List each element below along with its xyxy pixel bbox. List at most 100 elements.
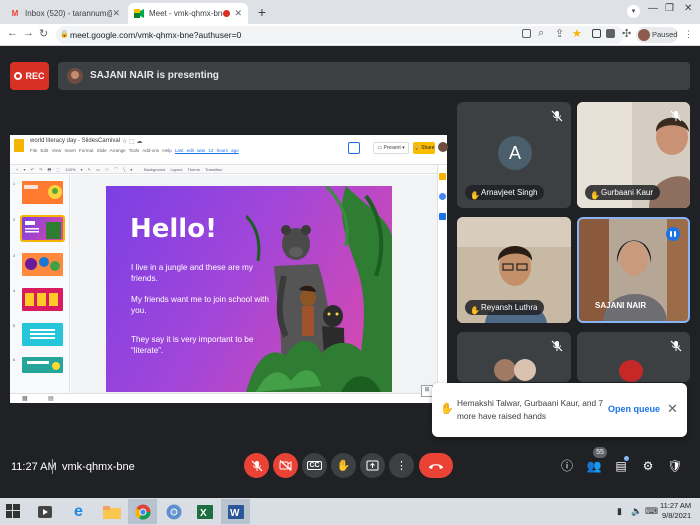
captions-icon: CC xyxy=(307,461,322,470)
meeting-code: vmk-qhmx-bne xyxy=(62,461,135,473)
taskbar-ie-app[interactable]: e xyxy=(64,499,93,524)
extension-icon[interactable] xyxy=(592,29,601,38)
extension-icon[interactable] xyxy=(606,29,615,38)
participant-tile[interactable]: ✋ Gurbaani Kaur xyxy=(577,102,690,208)
avatar xyxy=(438,142,448,152)
camera-icon[interactable] xyxy=(522,29,531,38)
lock-icon: 🔒 xyxy=(60,31,69,38)
mic-off-icon xyxy=(670,110,682,122)
browser-toolbar: ← → ↻ 🔒 meet.google.com/vmk-qhmx-bne?aut… xyxy=(0,24,700,46)
menu-item: Slide xyxy=(96,148,107,153)
excel-icon: X xyxy=(196,504,213,519)
camera-off-icon xyxy=(279,460,292,471)
chat-notification-dot xyxy=(624,456,629,461)
taskbar-chrome-profile-app[interactable] xyxy=(159,499,188,524)
current-slide: Hello! I live in a jungle and these are … xyxy=(106,186,392,392)
minimize-icon[interactable]: — xyxy=(648,3,658,14)
thumb-number: 1 xyxy=(13,181,16,186)
avatar xyxy=(494,359,516,381)
profile-label: Paused xyxy=(652,30,678,39)
meeting-details-icon[interactable]: ⓘ xyxy=(559,458,575,474)
tab-search-icon[interactable]: ▾ xyxy=(627,5,640,18)
participant-tile[interactable]: A ✋ Arnavjeet Singh xyxy=(457,102,571,208)
raise-hand-button[interactable]: ✋ xyxy=(331,453,356,478)
mic-off-icon xyxy=(251,460,262,471)
participant-name: ✋ Arnavjeet Singh xyxy=(465,185,545,200)
taskbar-explorer-app[interactable] xyxy=(97,499,126,524)
tab-title: Meet - vmk-qhmx-bne xyxy=(149,9,224,18)
slide-title: Hello! xyxy=(130,214,217,244)
svg-text:X: X xyxy=(200,508,207,519)
menu-item: File xyxy=(30,148,38,153)
windows-start-icon[interactable] xyxy=(6,504,20,518)
presenting-banner: SAJANI NAIR is presenting xyxy=(58,62,690,90)
activities-icon[interactable]: ⚙ xyxy=(640,458,656,474)
end-call-icon xyxy=(429,463,443,469)
raised-hand-icon: ✋ xyxy=(470,306,480,315)
search-icon[interactable]: ⌕ xyxy=(538,27,544,40)
new-tab-button[interactable]: + xyxy=(253,4,271,22)
slides-menu: File Edit View Insert Format Slide Arran… xyxy=(30,148,239,153)
network-icon[interactable]: ▮ xyxy=(617,506,622,517)
tab-gmail[interactable]: M Inbox (520) - tarannum@theindi ✕ xyxy=(4,3,126,24)
volume-icon[interactable]: 🔈 xyxy=(631,506,642,517)
participant-tile[interactable] xyxy=(577,332,690,382)
maximize-icon[interactable]: ❐ xyxy=(665,3,674,14)
close-icon[interactable]: ✕ xyxy=(667,401,678,417)
captions-button[interactable]: CC xyxy=(302,453,327,478)
thumb-number: 4 xyxy=(13,288,16,293)
language-icon[interactable]: ⌨ xyxy=(645,506,658,517)
puzzle-icon[interactable]: ✣ xyxy=(622,27,631,40)
slides-bottom-bar: ▦ ▤ ⊞ xyxy=(10,385,447,403)
raised-hands-notification: ✋ Hemakshi Talwar, Gurbaani Kaur, and 7 … xyxy=(432,383,687,437)
close-icon[interactable]: ✕ xyxy=(234,8,242,19)
present-button: ▭ Present ▾ xyxy=(373,142,409,154)
back-icon[interactable]: ← xyxy=(7,27,18,39)
taskbar-media-app[interactable] xyxy=(30,499,59,524)
chrome-icon xyxy=(134,504,151,520)
taskbar-word-app[interactable]: W xyxy=(221,499,250,524)
profile-button[interactable]: Paused xyxy=(636,27,678,43)
open-queue-button[interactable]: Open queue xyxy=(608,404,660,414)
svg-text:W: W xyxy=(230,508,240,519)
participant-tile[interactable] xyxy=(457,332,571,382)
avatar xyxy=(619,360,643,382)
people-icon[interactable]: 👥 xyxy=(586,458,602,474)
taskbar-excel-app[interactable]: X xyxy=(190,499,219,524)
thumb-number: 6 xyxy=(13,357,16,362)
camera-toggle-button[interactable] xyxy=(273,453,298,478)
presenting-text: SAJANI NAIR is presenting xyxy=(90,70,219,81)
share-button: 🔒 Share xyxy=(413,142,435,154)
media-player-icon xyxy=(37,505,52,518)
more-menu-icon[interactable]: ⋮ xyxy=(684,29,693,40)
mic-toggle-button[interactable] xyxy=(244,453,269,478)
menu-item: Insert xyxy=(64,148,76,153)
recording-button[interactable]: REC xyxy=(10,62,49,90)
more-options-button[interactable]: ⋮ xyxy=(389,453,414,478)
raise-hand-icon: ✋ xyxy=(336,460,351,472)
star-icon[interactable]: ★ xyxy=(572,27,582,40)
slide-thumbnail xyxy=(22,357,63,373)
comment-icon xyxy=(348,142,360,154)
forward-icon[interactable]: → xyxy=(23,27,34,39)
menu-item: Arrange xyxy=(109,148,126,153)
recording-indicator-icon xyxy=(223,10,231,17)
present-now-button[interactable] xyxy=(360,453,385,478)
slide-thumbnail xyxy=(22,181,63,204)
host-controls-icon[interactable]: 🛡 xyxy=(667,458,683,474)
tab-meet[interactable]: Meet - vmk-qhmx-bne ✕ xyxy=(128,3,248,24)
notification-text: Hemakshi Talwar, Gurbaani Kaur, and 7 mo… xyxy=(457,398,604,421)
leave-call-button[interactable] xyxy=(419,453,453,478)
share-icon[interactable]: ⇪ xyxy=(555,27,564,40)
close-icon[interactable]: ✕ xyxy=(112,8,120,19)
avatar: A xyxy=(498,136,532,170)
window-close-icon[interactable]: ✕ xyxy=(684,3,692,14)
slide-thumbnail xyxy=(22,288,63,311)
reload-icon[interactable]: ↻ xyxy=(39,27,48,40)
participant-tile[interactable]: ✋ Reyansh Luthra xyxy=(457,217,571,323)
taskbar-chrome-app[interactable] xyxy=(128,499,157,524)
menu-item: View xyxy=(51,148,62,153)
taskbar-clock[interactable]: 11:27 AM 9/8/2021 xyxy=(660,501,691,521)
toolbar-text: Background Layout Theme Transition xyxy=(144,167,223,172)
participant-tile-speaking[interactable]: SAJANI NAIR xyxy=(577,217,690,323)
